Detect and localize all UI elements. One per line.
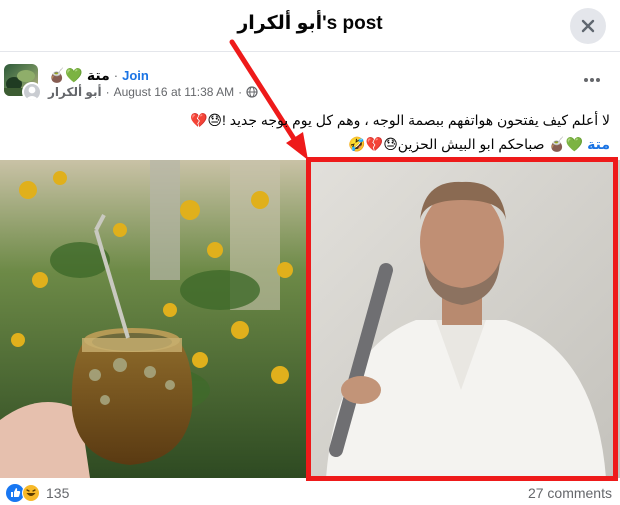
author-name[interactable]: أبو ألكرار	[48, 85, 102, 99]
dialog-title: أبو ألكرار's post	[237, 13, 383, 34]
join-link[interactable]: Join	[122, 68, 149, 83]
separator: ·	[238, 85, 243, 99]
avatar[interactable]	[22, 82, 42, 102]
haha-icon	[22, 484, 40, 502]
close-icon	[581, 19, 595, 33]
dialog-header: أبو ألكرار's post	[0, 0, 620, 52]
group-line: 🧉💚 متة · Join	[48, 66, 149, 84]
post-text-line-2-rest: 💚🧉 صباحكم ابو البيش الحزين😓💔🤣	[348, 136, 584, 152]
post-text-line-2: متة 💚🧉 صباحكم ابو البيش الحزين😓💔🤣	[10, 132, 610, 156]
post-header: 🧉💚 متة · Join أبو ألكرار · August 16 at …	[0, 60, 620, 102]
hashtag-link[interactable]: متة	[587, 136, 610, 152]
more-options-button[interactable]	[578, 66, 606, 94]
more-dots-icon	[584, 78, 600, 82]
reaction-count: 135	[46, 485, 70, 501]
post-text-line-1: لا أعلم كيف يفتحون هواتفهم ببصمة الوجه ،…	[189, 112, 610, 128]
separator: ·	[113, 67, 119, 83]
reactions-summary[interactable]: 135	[6, 484, 69, 502]
group-emojis: 🧉💚	[48, 66, 83, 83]
post-meta: أبو ألكرار · August 16 at 11:38 AM ·	[48, 84, 258, 100]
post-timestamp[interactable]: August 16 at 11:38 AM	[114, 85, 235, 99]
close-button[interactable]	[570, 8, 606, 44]
photo-man-white-suit[interactable]	[306, 160, 620, 478]
post-text: لا أعلم كيف يفتحون هواتفهم ببصمة الوجه ،…	[10, 108, 610, 156]
globe-icon	[246, 86, 258, 98]
post-footer: 135 27 comments	[0, 478, 620, 505]
separator: ·	[105, 85, 110, 99]
photo-mate-gourd[interactable]	[0, 160, 306, 478]
group-name[interactable]: متة	[87, 67, 110, 84]
comments-count[interactable]: 27 comments	[528, 485, 612, 501]
